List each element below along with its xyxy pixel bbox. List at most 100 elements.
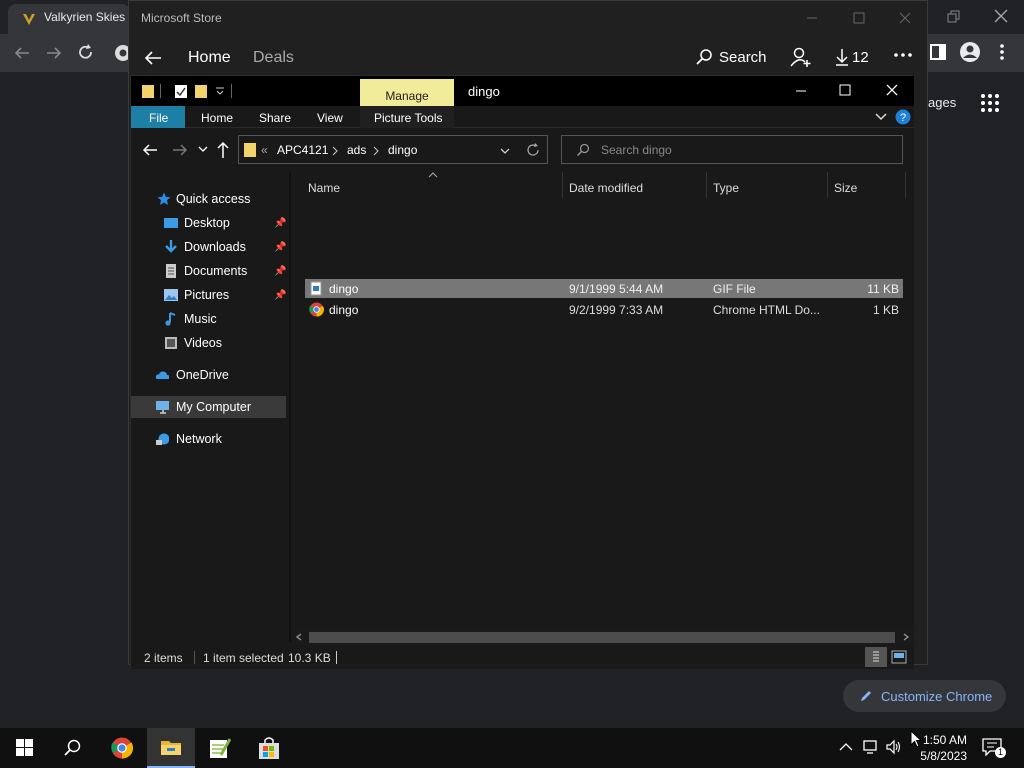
- downloads-count: 12: [852, 48, 869, 66]
- column-header-type[interactable]: Type: [713, 181, 739, 195]
- details-view-icon: [873, 651, 879, 662]
- side-panel-icon[interactable]: [929, 43, 947, 61]
- nav-my-computer[interactable]: My Computer: [131, 396, 286, 418]
- scrollbar-thumb[interactable]: [309, 632, 895, 643]
- maximize-icon[interactable]: [838, 83, 852, 97]
- store-downloads-button[interactable]: 12: [835, 48, 869, 66]
- start-button[interactable]: [0, 728, 48, 768]
- gif-file-icon: [310, 281, 322, 296]
- column-header-size[interactable]: Size: [834, 181, 857, 195]
- nav-documents[interactable]: Documents 📌: [131, 260, 289, 282]
- file-date: 9/2/1999 7:33 AM: [569, 303, 664, 317]
- nav-onedrive[interactable]: OneDrive: [131, 364, 289, 386]
- properties-checkmark-icon[interactable]: [174, 83, 188, 99]
- ribbon-expand-chevron-icon[interactable]: [875, 112, 887, 122]
- forward-arrow-icon[interactable]: [172, 142, 188, 158]
- account-add-icon[interactable]: [790, 46, 812, 68]
- search-input[interactable]: Search dingo: [561, 135, 903, 164]
- breadcrumb-separator-icon[interactable]: [332, 146, 338, 156]
- nav-music[interactable]: Music: [131, 308, 289, 330]
- customize-chrome-button[interactable]: Customize Chrome: [843, 680, 1006, 712]
- taskbar-search-button[interactable]: [48, 728, 96, 768]
- breadcrumb-apc4121[interactable]: APC4121: [277, 143, 328, 157]
- store-nav-home[interactable]: Home: [188, 49, 231, 67]
- nav-label: Pictures: [184, 288, 230, 302]
- minimize-icon[interactable]: [794, 84, 808, 98]
- close-icon[interactable]: [993, 8, 1009, 24]
- taskbar-clock[interactable]: 1:50 AM 5/8/2023: [905, 732, 967, 764]
- large-icons-view-icon[interactable]: [891, 650, 907, 664]
- taskbar-file-explorer-button[interactable]: [147, 728, 195, 768]
- column-header-name[interactable]: Name: [308, 181, 340, 195]
- address-bar[interactable]: « APC4121 ads dingo: [238, 135, 548, 164]
- ribbon-tab-picture-tools-label: Picture Tools: [374, 111, 443, 125]
- pictures-icon: [164, 289, 178, 301]
- details-view-button[interactable]: [865, 647, 887, 667]
- reload-icon[interactable]: [77, 43, 95, 61]
- ribbon-tab-bar: File Home Share View Picture Tools ?: [131, 106, 914, 128]
- download-arrow-icon: [836, 49, 848, 66]
- nav-videos[interactable]: Videos: [131, 332, 289, 354]
- chrome-menu-icon[interactable]: [995, 43, 1009, 61]
- star-icon: [157, 192, 171, 205]
- more-options-icon[interactable]: [893, 51, 913, 59]
- ribbon-tab-file[interactable]: File: [131, 106, 185, 128]
- images-link[interactable]: ages: [928, 95, 956, 110]
- refresh-icon[interactable]: [526, 143, 540, 157]
- scroll-right-arrow-icon[interactable]: [902, 633, 910, 641]
- quick-access-dropdown-icon[interactable]: [215, 86, 225, 96]
- store-nav-deals[interactable]: Deals: [253, 49, 294, 67]
- ribbon-tab-share[interactable]: Share: [259, 111, 291, 125]
- restore-icon[interactable]: [946, 9, 962, 25]
- apps-grid-icon[interactable]: [980, 93, 1000, 113]
- file-size: 11 KB: [867, 282, 899, 296]
- column-divider[interactable]: [905, 172, 906, 198]
- column-divider[interactable]: [827, 172, 828, 198]
- store-back-arrow-icon[interactable]: [144, 49, 162, 67]
- column-header-date[interactable]: Date modified: [569, 181, 643, 195]
- file-row[interactable]: dingo 9/1/1999 5:44 AM GIF File 11 KB: [305, 279, 903, 298]
- breadcrumb-overflow[interactable]: «: [261, 143, 268, 157]
- back-arrow-icon[interactable]: [13, 44, 31, 62]
- ribbon-tab-home[interactable]: Home: [201, 111, 233, 125]
- column-divider[interactable]: [562, 172, 563, 198]
- column-divider[interactable]: [706, 172, 707, 198]
- taskbar-microsoft-store-button[interactable]: [245, 728, 293, 768]
- address-dropdown-icon[interactable]: [500, 146, 510, 156]
- action-center-button[interactable]: 1: [982, 738, 1006, 758]
- nav-downloads[interactable]: Downloads 📌: [131, 236, 289, 258]
- scroll-left-arrow-icon[interactable]: [295, 633, 303, 641]
- back-arrow-icon[interactable]: [142, 142, 158, 158]
- forward-arrow-icon[interactable]: [45, 44, 63, 62]
- nav-desktop[interactable]: Desktop 📌: [131, 212, 289, 234]
- nav-label: OneDrive: [176, 368, 229, 382]
- breadcrumb-separator-icon[interactable]: [373, 146, 379, 156]
- manage-context-tab[interactable]: Manage: [360, 79, 454, 106]
- notification-badge: 1: [995, 747, 1006, 758]
- breadcrumb-ads[interactable]: ads: [347, 143, 366, 157]
- nav-quick-access[interactable]: Quick access: [131, 188, 289, 210]
- nav-pictures[interactable]: Pictures 📌: [131, 284, 289, 306]
- horizontal-scrollbar[interactable]: [291, 629, 914, 645]
- nav-network[interactable]: Network: [131, 428, 289, 450]
- up-arrow-icon[interactable]: [216, 141, 230, 159]
- taskbar-chrome-button[interactable]: [98, 728, 146, 768]
- show-hidden-icons-chevron-icon[interactable]: [839, 742, 853, 752]
- network-status-icon[interactable]: [862, 739, 880, 755]
- profile-avatar-icon[interactable]: [959, 41, 981, 63]
- minimize-icon[interactable]: [805, 11, 819, 25]
- ribbon-tab-picture-tools[interactable]: Picture Tools: [360, 106, 454, 128]
- new-folder-icon[interactable]: [194, 83, 208, 99]
- help-icon[interactable]: ?: [895, 109, 911, 125]
- navigation-pane: Quick access Desktop 📌 Downloads 📌 Docum…: [131, 172, 289, 642]
- breadcrumb-dingo[interactable]: dingo: [388, 143, 417, 157]
- ribbon-tab-view[interactable]: View: [317, 111, 343, 125]
- close-icon[interactable]: [898, 11, 912, 25]
- maximize-icon[interactable]: [852, 11, 866, 25]
- volume-speaker-icon[interactable]: [885, 739, 903, 755]
- close-icon[interactable]: [885, 83, 899, 97]
- file-row[interactable]: dingo 9/2/1999 7:33 AM Chrome HTML Do...…: [305, 300, 903, 319]
- store-search-button[interactable]: Search: [695, 48, 767, 66]
- recent-locations-chevron-icon[interactable]: [198, 144, 208, 154]
- taskbar-notepad-plus-button[interactable]: [196, 728, 244, 768]
